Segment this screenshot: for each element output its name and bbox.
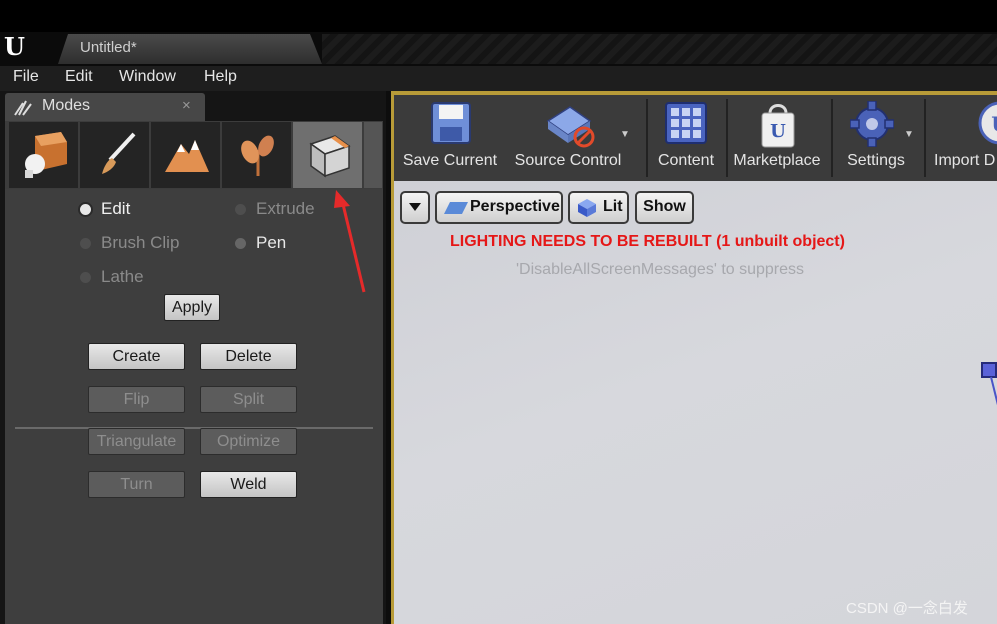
modes-scrollbar[interactable] [364, 122, 382, 188]
flip-button[interactable]: Flip [88, 386, 185, 413]
weld-button[interactable]: Weld [200, 471, 297, 498]
toolbar-separator [726, 99, 728, 177]
landscape-mode-icon [165, 140, 209, 172]
import-label: Import D [934, 152, 996, 169]
title-bar: U Untitled* [0, 0, 997, 66]
svg-text:U: U [991, 112, 997, 136]
radio-pen-label: Pen [256, 233, 287, 252]
geometry-edit-panel: Edit Extrude Brush Clip Pen Lathe Apply … [5, 189, 383, 624]
save-icon [431, 102, 471, 144]
source-control-label: Source Control [514, 152, 622, 169]
modes-panel: Modes × Edit Extrude Brush Clip Pen Lath… [0, 91, 386, 624]
radio-dot [235, 204, 246, 215]
optimize-button[interactable]: Optimize [200, 428, 297, 455]
toolbar-separator [831, 99, 833, 177]
modes-body: Edit Extrude Brush Clip Pen Lathe Apply … [5, 121, 383, 624]
source-control-button[interactable]: ▼ Source Control [510, 95, 630, 179]
chevron-down-icon[interactable]: ▼ [620, 129, 630, 140]
modes-tab-label: Modes [42, 97, 91, 114]
chevron-down-icon[interactable]: ▼ [904, 129, 914, 140]
brush-edge [990, 376, 997, 455]
perspective-icon [444, 202, 468, 214]
delete-button[interactable]: Delete [200, 343, 297, 370]
settings-button[interactable]: ▼ Settings [838, 95, 914, 179]
menu-bar: File Edit Window Help [0, 66, 997, 91]
radio-dot [80, 204, 91, 215]
radio-edit-label: Edit [101, 199, 131, 218]
landscape-mode-button[interactable] [151, 122, 220, 188]
menu-window[interactable]: Window [117, 68, 178, 86]
svg-text:U: U [770, 121, 786, 142]
place-mode-icon [25, 132, 67, 178]
menu-file[interactable]: File [11, 68, 41, 86]
radio-extrude-label: Extrude [256, 199, 315, 218]
content-button[interactable]: Content [652, 95, 720, 179]
lit-label: Lit [603, 198, 623, 215]
show-button[interactable]: Show [635, 191, 694, 224]
watermark: CSDN @一念白发 [846, 600, 968, 617]
geometry-edit-mode-icon [309, 135, 351, 178]
gear-icon [850, 101, 894, 147]
import-button[interactable]: U Import D [934, 95, 997, 179]
unreal-logo-icon: U [4, 32, 25, 61]
save-current-button[interactable]: Save Current [400, 95, 500, 179]
lit-button[interactable]: Lit [568, 191, 629, 224]
radio-dot [80, 238, 91, 249]
import-icon: U [978, 101, 997, 145]
menu-edit[interactable]: Edit [63, 68, 95, 86]
lit-cube-icon [578, 199, 596, 217]
split-button[interactable]: Split [200, 386, 297, 413]
document-tab[interactable]: Untitled* [58, 34, 322, 64]
suppress-hint: 'DisableAllScreenMessages' to suppress [516, 261, 805, 278]
perspective-label: Perspective [470, 198, 560, 215]
radio-lathe-label: Lathe [101, 267, 144, 286]
apply-button[interactable]: Apply [164, 294, 220, 321]
modes-tab[interactable]: Modes × [5, 93, 205, 121]
close-icon[interactable]: × [182, 97, 191, 114]
turn-button[interactable]: Turn [88, 471, 185, 498]
foliage-mode-icon [241, 135, 274, 176]
content-grid-icon [665, 102, 707, 144]
triangulate-button[interactable]: Triangulate [88, 428, 185, 455]
viewport-options-button[interactable] [400, 191, 430, 224]
chevron-down-icon [409, 203, 421, 211]
geometry-edit-mode-button[interactable] [293, 122, 362, 188]
marketplace-bag-icon: U [761, 104, 795, 148]
settings-label: Settings [847, 152, 905, 169]
marketplace-button[interactable]: U Marketplace [730, 95, 824, 179]
foliage-mode-button[interactable] [222, 122, 291, 188]
radio-brush-clip-label: Brush Clip [101, 233, 180, 252]
level-toolbar: Save Current ▼ Source Control Content U … [391, 91, 997, 181]
level-viewport[interactable]: Perspective Lit Show LIGHTING NEEDS TO B… [391, 181, 997, 624]
title-bar-pattern [322, 34, 997, 64]
create-button[interactable]: Create [88, 343, 185, 370]
paint-mode-icon [102, 132, 136, 174]
radio-dot [235, 238, 246, 249]
content-label: Content [657, 152, 715, 169]
modes-icon [13, 99, 33, 116]
lighting-warning: LIGHTING NEEDS TO BE REBUILT (1 unbuilt … [450, 233, 845, 250]
toolbar-separator [924, 99, 926, 177]
source-control-icon [546, 106, 595, 148]
place-mode-button[interactable] [9, 122, 78, 188]
save-current-label: Save Current [402, 152, 498, 169]
divider [15, 427, 373, 429]
brush-vertex-handle[interactable] [981, 362, 997, 378]
radio-dot [80, 272, 91, 283]
annotation-arrow [334, 190, 366, 293]
menu-help[interactable]: Help [202, 68, 239, 86]
perspective-button[interactable]: Perspective [435, 191, 563, 224]
title-bar-top [0, 0, 997, 32]
marketplace-label: Marketplace [733, 152, 821, 169]
paint-mode-button[interactable] [80, 122, 149, 188]
toolbar-separator [646, 99, 648, 177]
